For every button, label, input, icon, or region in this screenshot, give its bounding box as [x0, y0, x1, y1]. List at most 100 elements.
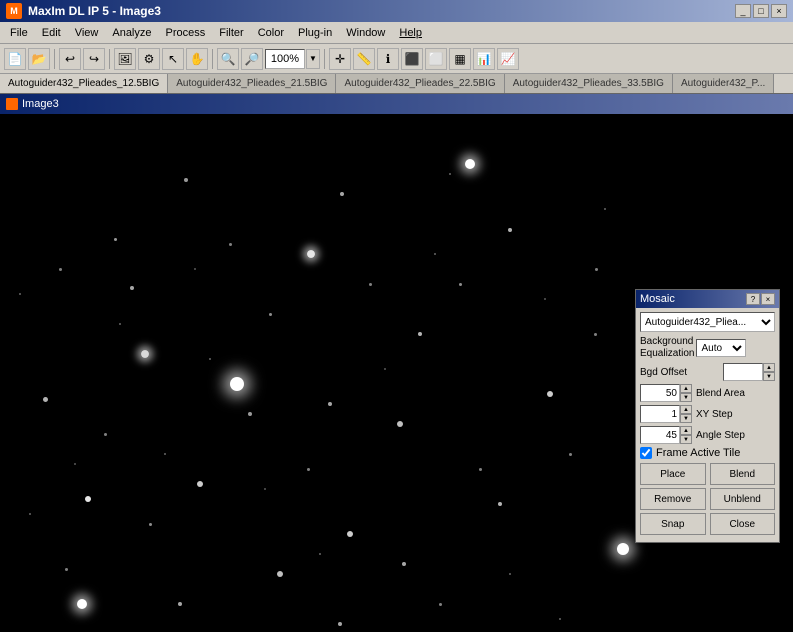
toolbar-extra3[interactable]: ▦ — [449, 48, 471, 70]
blend-area-down[interactable]: ▼ — [680, 393, 692, 402]
remove-button[interactable]: Remove — [640, 488, 706, 510]
star — [197, 481, 203, 487]
menu-bar: File Edit View Analyze Process Filter Co… — [0, 22, 793, 44]
close-button[interactable]: × — [771, 4, 787, 18]
toolbar-crosshair[interactable]: ✛ — [329, 48, 351, 70]
menu-color[interactable]: Color — [252, 25, 290, 41]
toolbar-new[interactable]: 📄 — [4, 48, 26, 70]
angle-step-up[interactable]: ▲ — [680, 426, 692, 435]
toolbar-measure[interactable]: 📏 — [353, 48, 375, 70]
place-button[interactable]: Place — [640, 463, 706, 485]
bgd-offset-input[interactable] — [723, 363, 763, 381]
star — [559, 618, 561, 620]
dialog-body: Autoguider432_Pliea... Background Equali… — [636, 308, 779, 542]
xy-step-input[interactable] — [640, 405, 680, 423]
star — [184, 178, 188, 182]
xy-step-up[interactable]: ▲ — [680, 405, 692, 414]
xy-step-down[interactable]: ▼ — [680, 414, 692, 423]
blend-button[interactable]: Blend — [710, 463, 776, 485]
menu-edit[interactable]: Edit — [36, 25, 67, 41]
toolbar-open[interactable]: 📂 — [28, 48, 50, 70]
toolbar-cursor[interactable]: ↖ — [162, 48, 184, 70]
image-dropdown-row: Autoguider432_Pliea... — [640, 312, 775, 332]
zoom-container: ▼ — [265, 49, 320, 69]
star — [19, 293, 21, 295]
star — [149, 523, 152, 526]
star — [465, 159, 475, 169]
star — [449, 173, 451, 175]
toolbar-zoom-in[interactable]: 🔎 — [241, 48, 263, 70]
star — [547, 391, 553, 397]
star — [307, 468, 310, 471]
tab-3[interactable]: Autoguider432_Plieades_33.5BIG — [505, 74, 673, 93]
tab-2[interactable]: Autoguider432_Plieades_22.5BIG — [336, 74, 504, 93]
tab-0[interactable]: Autoguider432_Plieades_12.5BIG — [0, 74, 168, 93]
zoom-dropdown[interactable]: ▼ — [306, 49, 320, 69]
menu-plugin[interactable]: Plug-in — [292, 25, 338, 41]
star — [230, 377, 244, 391]
menu-help[interactable]: Help — [393, 25, 428, 41]
toolbar-undo[interactable]: ↩ — [59, 48, 81, 70]
unblend-button[interactable]: Unblend — [710, 488, 776, 510]
blend-area-label: Blend Area — [696, 388, 745, 399]
star — [604, 208, 606, 210]
blend-area-up[interactable]: ▲ — [680, 384, 692, 393]
star — [509, 573, 511, 575]
toolbar-extra1[interactable]: ⬛ — [401, 48, 423, 70]
star — [439, 603, 442, 606]
toolbar-extra4[interactable]: 📊 — [473, 48, 495, 70]
angle-step-down[interactable]: ▼ — [680, 435, 692, 444]
bgd-offset-spinbtns: ▲ ▼ — [763, 363, 775, 381]
star — [130, 286, 134, 290]
menu-process[interactable]: Process — [160, 25, 212, 41]
snap-button[interactable]: Snap — [640, 513, 706, 535]
star — [569, 453, 572, 456]
tab-1[interactable]: Autoguider432_Plieades_21.5BIG — [168, 74, 336, 93]
menu-window[interactable]: Window — [340, 25, 391, 41]
bgd-offset-spin: ▲ ▼ — [723, 363, 775, 381]
angle-step-input[interactable] — [640, 426, 680, 444]
star — [617, 543, 629, 555]
toolbar-info[interactable]: ℹ — [377, 48, 399, 70]
dialog-close-button[interactable]: Close — [710, 513, 776, 535]
star — [65, 568, 68, 571]
remove-unblend-row: Remove Unblend — [640, 488, 775, 510]
toolbar-hand[interactable]: ✋ — [186, 48, 208, 70]
tab-4[interactable]: Autoguider432_P... — [673, 74, 774, 93]
star — [74, 463, 76, 465]
menu-view[interactable]: View — [69, 25, 105, 41]
maximize-button[interactable]: □ — [753, 4, 769, 18]
zoom-input[interactable] — [265, 49, 305, 69]
menu-file[interactable]: File — [4, 25, 34, 41]
toolbar-image[interactable]: 🖼 — [114, 48, 136, 70]
star — [248, 412, 252, 416]
toolbar-extra5[interactable]: 📈 — [497, 48, 519, 70]
xy-step-label: XY Step — [696, 409, 733, 420]
menu-filter[interactable]: Filter — [213, 25, 249, 41]
dialog-help-button[interactable]: ? — [746, 293, 760, 305]
bgd-equalization-select[interactable]: Auto — [696, 339, 746, 357]
image-dropdown[interactable]: Autoguider432_Pliea... — [640, 312, 775, 332]
bgd-offset-up[interactable]: ▲ — [763, 363, 775, 372]
star — [498, 502, 502, 506]
star — [418, 332, 422, 336]
bgd-label: Background Equalization — [640, 336, 694, 360]
separator-4 — [324, 49, 325, 69]
dialog-close-x-button[interactable]: × — [761, 293, 775, 305]
toolbar-zoom-out[interactable]: 🔍 — [217, 48, 239, 70]
toolbar-settings[interactable]: ⚙ — [138, 48, 160, 70]
snap-close-row: Snap Close — [640, 513, 775, 535]
blend-area-input[interactable] — [640, 384, 680, 402]
toolbar-redo[interactable]: ↪ — [83, 48, 105, 70]
tab-bar: Autoguider432_Plieades_12.5BIG Autoguide… — [0, 74, 793, 94]
star — [397, 421, 403, 427]
minimize-button[interactable]: _ — [735, 4, 751, 18]
star — [595, 268, 598, 271]
star — [319, 553, 321, 555]
toolbar-extra2[interactable]: ⬜ — [425, 48, 447, 70]
frame-active-tile-checkbox[interactable] — [640, 447, 652, 459]
separator-3 — [212, 49, 213, 69]
star — [307, 250, 315, 258]
bgd-offset-down[interactable]: ▼ — [763, 372, 775, 381]
menu-analyze[interactable]: Analyze — [106, 25, 157, 41]
